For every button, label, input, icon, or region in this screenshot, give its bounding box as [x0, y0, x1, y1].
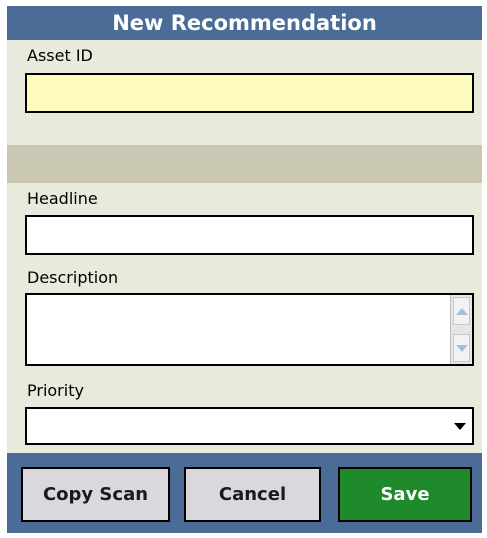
new-recommendation-dialog: New Recommendation Asset ID Headline Des… — [7, 6, 482, 533]
chevron-up-icon — [455, 307, 468, 315]
scroll-down-button[interactable] — [453, 334, 470, 362]
scroll-up-button[interactable] — [453, 297, 470, 325]
headline-label: Headline — [27, 189, 98, 208]
copy-scan-button[interactable]: Copy Scan — [21, 467, 170, 522]
section-divider — [7, 145, 482, 183]
description-label: Description — [27, 268, 119, 287]
description-field[interactable] — [25, 293, 474, 366]
priority-label: Priority — [27, 381, 84, 400]
asset-id-label: Asset ID — [27, 46, 93, 65]
priority-select[interactable] — [25, 407, 474, 445]
save-button[interactable]: Save — [338, 467, 472, 522]
chevron-down-icon — [455, 344, 468, 352]
description-scrollbar[interactable] — [450, 295, 472, 364]
asset-id-field[interactable] — [25, 73, 474, 113]
dialog-title: New Recommendation — [7, 6, 482, 40]
button-bar: Copy Scan Cancel Save — [7, 453, 482, 533]
headline-field[interactable] — [25, 215, 474, 255]
cancel-button[interactable]: Cancel — [184, 467, 321, 522]
caret-down-icon[interactable] — [454, 423, 466, 430]
